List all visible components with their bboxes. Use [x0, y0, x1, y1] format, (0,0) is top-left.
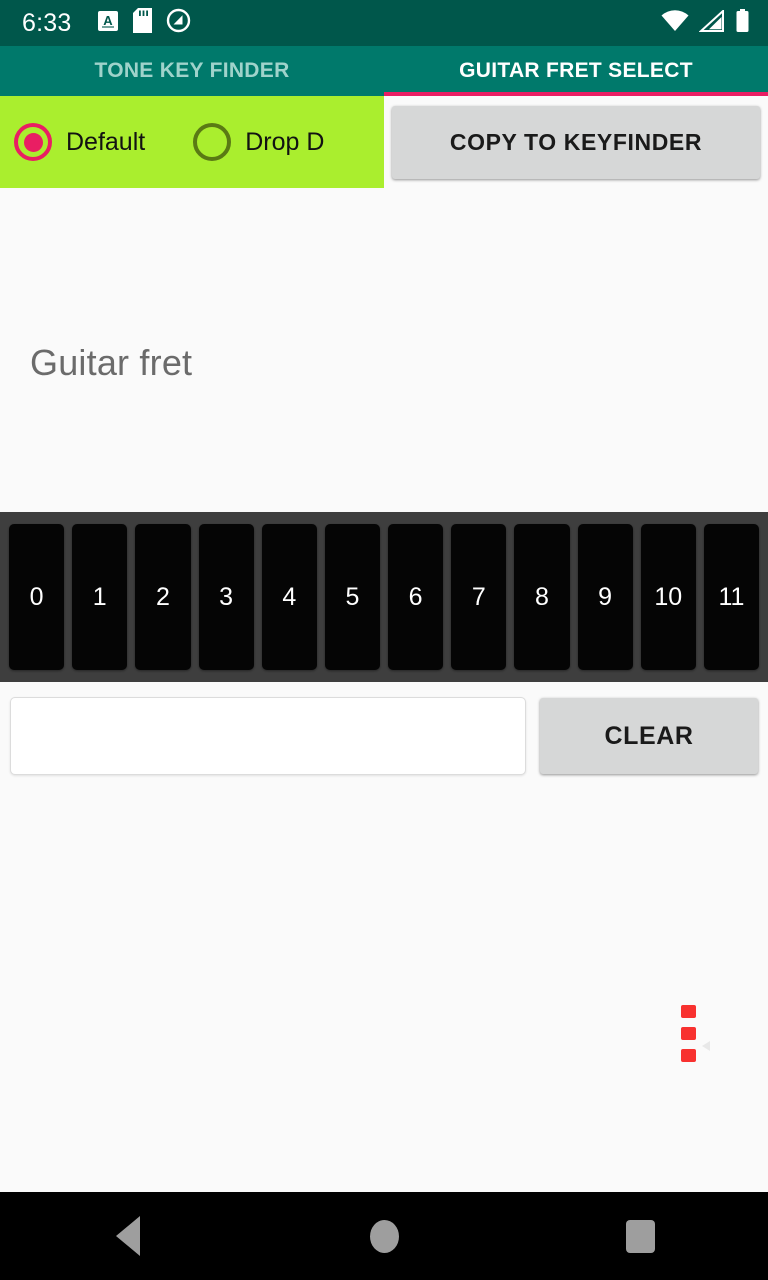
radio-unselected-icon [193, 123, 232, 161]
nav-back-button[interactable] [68, 1192, 188, 1280]
radio-label-drop-d: Drop D [245, 127, 325, 156]
fret-button-7[interactable]: 7 [451, 524, 507, 670]
fret-button-5[interactable]: 5 [324, 524, 381, 670]
fret-button-0[interactable]: 0 [9, 524, 65, 670]
copy-to-keyfinder-button[interactable]: COPY TO KEYFINDER [392, 105, 760, 179]
fret-button-2[interactable]: 2 [135, 524, 191, 670]
fret-button-3[interactable]: 3 [198, 524, 254, 670]
back-icon [116, 1216, 140, 1256]
do-not-disturb-icon [166, 8, 191, 38]
red-dot [681, 1005, 696, 1018]
nav-home-button[interactable] [324, 1192, 444, 1280]
nav-recents-button[interactable] [580, 1192, 700, 1280]
radio-option-drop-d[interactable]: Drop D [193, 123, 324, 161]
tab-tone-key-finder[interactable]: TONE KEY FINDER [0, 46, 384, 96]
fret-button-8[interactable]: 8 [514, 524, 570, 670]
red-indicator-dots [681, 1005, 696, 1062]
tab-guitar-fret-select[interactable]: GUITAR FRET SELECT [384, 46, 768, 96]
tuning-radio-group: Default Drop D [0, 96, 384, 188]
fret-button-6[interactable]: 6 [388, 524, 444, 670]
copy-button-container: COPY TO KEYFINDER [384, 96, 768, 188]
fret-input-field[interactable] [10, 697, 526, 775]
content-area: Guitar fret [0, 188, 768, 512]
fret-button-11[interactable]: 11 [703, 524, 760, 670]
app-root: 6:33 A TONE KEY FINDER GUITAR FRET SELEC… [0, 0, 768, 1280]
radio-label-default: Default [66, 127, 146, 156]
cell-signal-icon [698, 8, 725, 37]
svg-text:A: A [104, 13, 114, 28]
radio-dot [23, 132, 43, 152]
battery-icon [735, 8, 750, 38]
status-right-icons [661, 8, 754, 38]
tuning-row: Default Drop D COPY TO KEYFINDER [0, 96, 768, 188]
fret-input-row: CLEAR [0, 682, 768, 790]
clear-button[interactable]: CLEAR [540, 698, 758, 774]
letter-a-badge-icon: A [97, 9, 119, 38]
status-clock: 6:33 [22, 8, 72, 37]
radio-option-default[interactable]: Default [14, 123, 145, 161]
sd-card-icon [133, 8, 153, 38]
fret-button-strip: 0 1 2 3 4 5 6 7 8 9 10 11 [0, 512, 768, 682]
wifi-icon [661, 9, 689, 37]
fret-button-9[interactable]: 9 [577, 524, 633, 670]
home-icon [369, 1219, 399, 1253]
recents-icon [625, 1219, 655, 1253]
red-dot [681, 1049, 696, 1062]
radio-selected-icon [14, 123, 52, 161]
tab-bar: TONE KEY FINDER GUITAR FRET SELECT [0, 46, 768, 96]
android-navigation-bar [0, 1192, 768, 1280]
status-bar: 6:33 A [0, 0, 768, 46]
fret-button-10[interactable]: 10 [640, 524, 696, 670]
fret-button-4[interactable]: 4 [261, 524, 317, 670]
small-arrow-mark [702, 1041, 710, 1051]
fret-button-1[interactable]: 1 [72, 524, 128, 670]
empty-space [0, 790, 768, 1192]
status-left-icons: A [97, 8, 191, 38]
guitar-fret-label: Guitar fret [30, 342, 193, 383]
red-dot [681, 1027, 696, 1040]
